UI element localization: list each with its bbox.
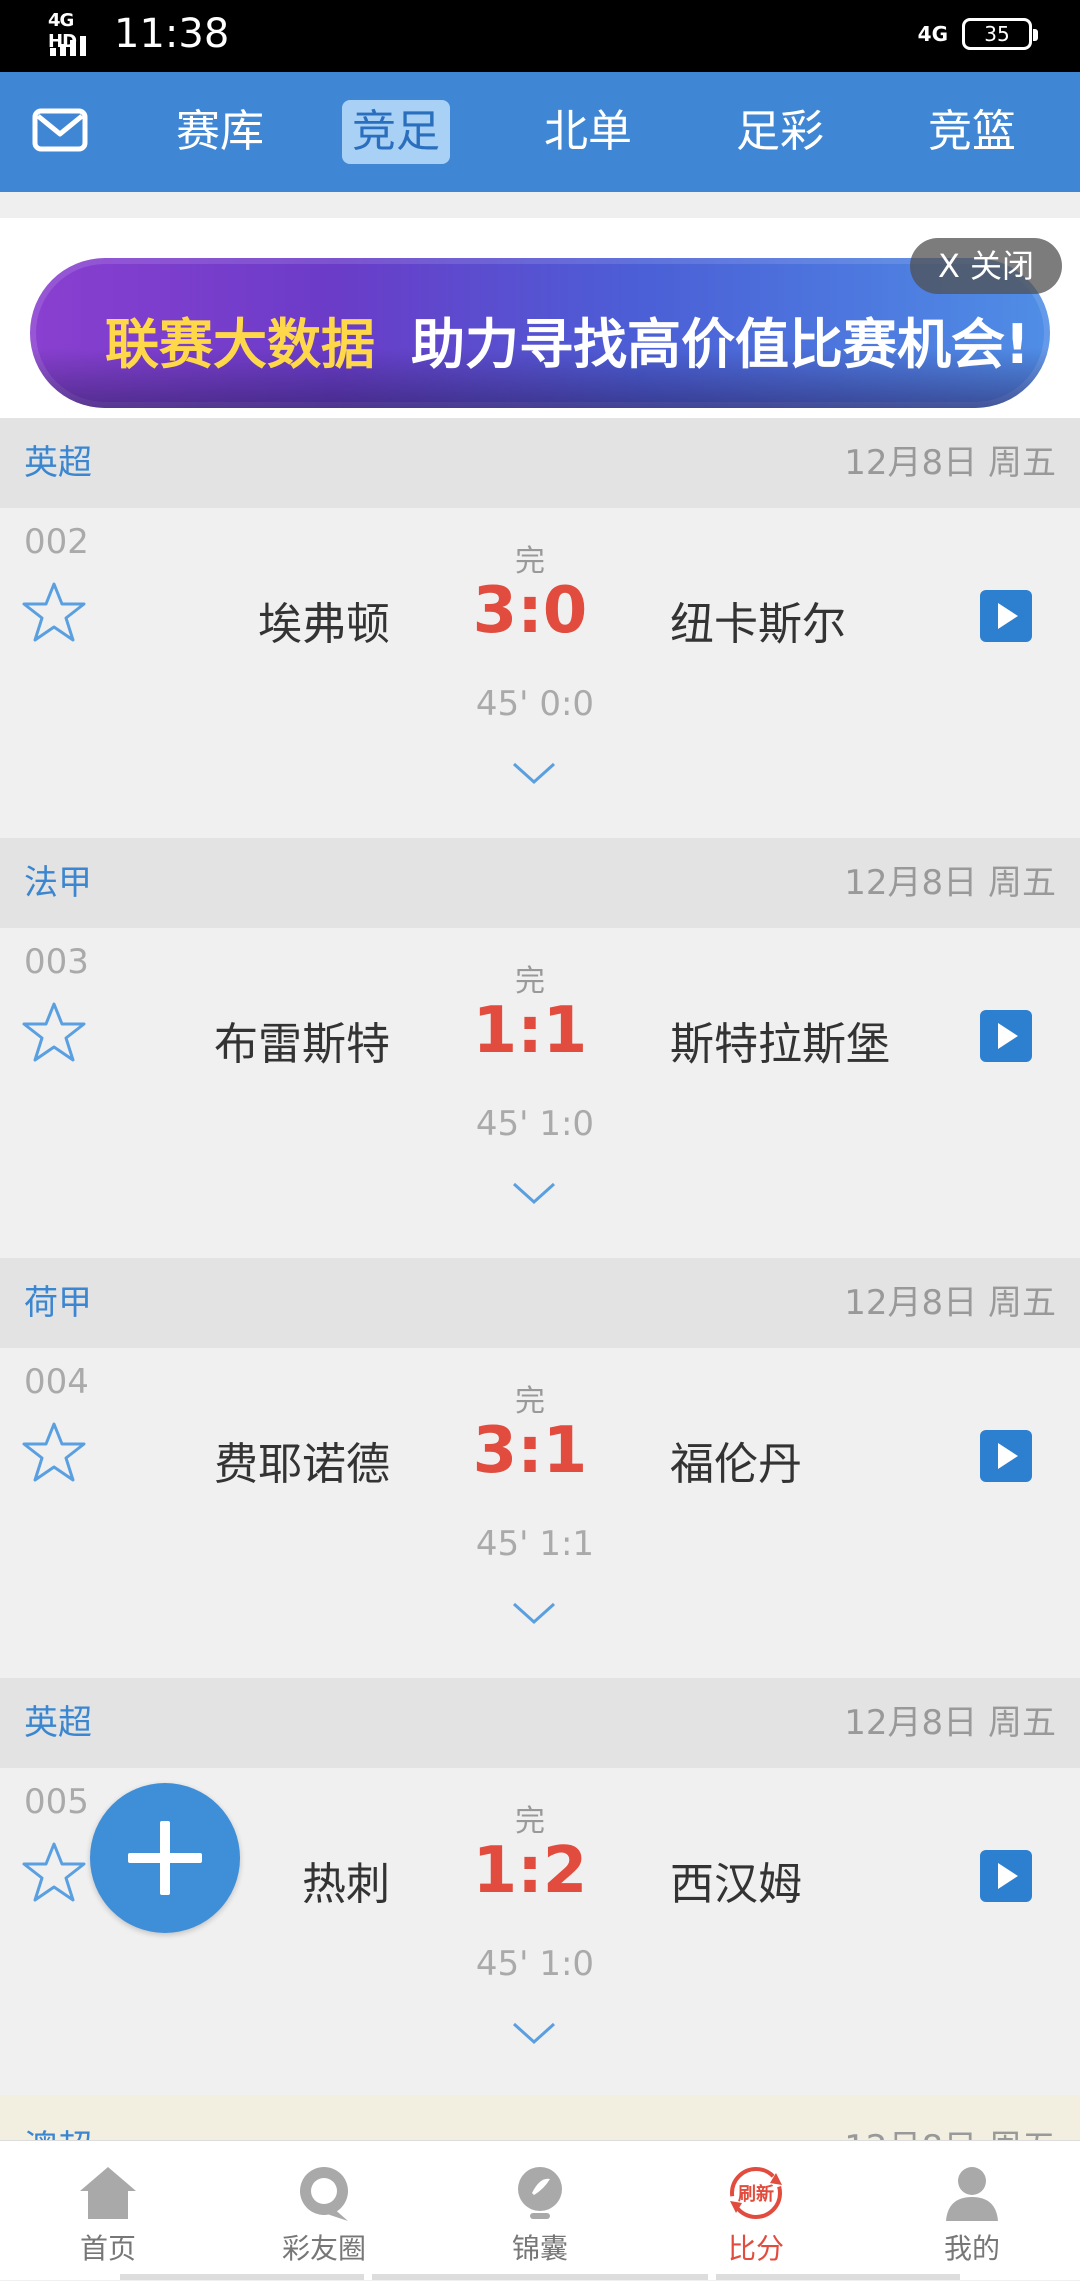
ad-banner-area: 联赛大数据 助力寻找高价值比赛机会! X 关闭 — [0, 218, 1080, 440]
nav-label: 比分 — [727, 2232, 784, 2265]
close-ad-button[interactable]: X 关闭 — [910, 238, 1062, 294]
league-header: 英超 12月8日 周五 — [0, 1678, 1080, 1768]
status-bar: 4G HD 11:38 4G 35 — [0, 0, 1080, 72]
final-score: 3:0 — [472, 574, 588, 648]
half-time-score: 45' 1:0 — [475, 1104, 595, 1144]
league-header: 英超 12月8日 周五 — [0, 418, 1080, 508]
tab-jinglan[interactable]: 竞篮 — [912, 100, 1032, 164]
nav-label: 彩友圈 — [281, 2232, 366, 2265]
half-time-score: 45' 0:0 — [475, 684, 595, 724]
nav-label: 锦囊 — [511, 2232, 568, 2265]
away-team: 斯特拉斯堡 — [670, 1019, 890, 1070]
half-time-score: 45' 1:1 — [475, 1524, 595, 1564]
ad-banner[interactable]: 联赛大数据 助力寻找高价值比赛机会! — [30, 258, 1050, 408]
gesture-bar — [120, 2274, 364, 2280]
refresh-icon: 刷新 — [730, 2167, 782, 2219]
chevron-down-icon[interactable] — [510, 1178, 558, 1208]
tab-zucai[interactable]: 足彩 — [720, 100, 840, 164]
match-date: 12月8日 周五 — [844, 443, 1056, 483]
battery-level: 35 — [984, 22, 1010, 46]
banner-subline: 助力寻找高价值比赛机会! — [411, 313, 1030, 376]
final-score: 3:1 — [472, 1414, 588, 1488]
match-date: 12月8日 周五 — [844, 1283, 1056, 1323]
half-time-score: 45' 1:0 — [475, 1944, 595, 1984]
refresh-badge: 刷新 — [738, 2183, 774, 2205]
tab-jingzu[interactable]: 竞足 — [342, 100, 450, 164]
chevron-down-icon[interactable] — [510, 2018, 558, 2048]
league-header: 荷甲 12月8日 周五 — [0, 1258, 1080, 1348]
gesture-bar — [372, 2274, 708, 2280]
away-team: 福伦丹 — [670, 1439, 802, 1490]
add-button[interactable] — [90, 1783, 240, 1933]
match-card[interactable]: 003 布雷斯特 完 1:1 斯特拉斯堡 45' 1:0 — [0, 928, 1080, 1258]
final-score: 1:1 — [472, 994, 588, 1068]
user-icon — [946, 2167, 998, 2221]
battery-icon: 35 — [962, 18, 1038, 50]
pouch-icon — [518, 2167, 562, 2219]
match-date: 12月8日 周五 — [844, 863, 1056, 903]
top-nav: 赛库 竞足 北单 足彩 竞篮 — [0, 72, 1080, 192]
chevron-down-icon[interactable] — [510, 758, 558, 788]
nav-label: 首页 — [79, 2232, 136, 2265]
nav-community[interactable]: 彩友圈 — [216, 2141, 432, 2281]
nav-label: 我的 — [943, 2232, 1000, 2265]
play-video-icon[interactable] — [980, 590, 1032, 642]
away-team: 西汉姆 — [670, 1859, 802, 1910]
league-name: 荷甲 — [24, 1283, 92, 1323]
tab-beidan[interactable]: 北单 — [528, 100, 648, 164]
home-icon — [80, 2167, 136, 2219]
match-card[interactable]: 002 埃弗顿 完 3:0 纽卡斯尔 45' 0:0 — [0, 508, 1080, 838]
nav-profile[interactable]: 我的 — [864, 2141, 1080, 2281]
nav-tips[interactable]: 锦囊 — [432, 2141, 648, 2281]
play-video-icon[interactable] — [980, 1010, 1032, 1062]
play-video-icon[interactable] — [980, 1850, 1032, 1902]
match-date: 12月8日 周五 — [844, 1703, 1056, 1743]
away-team: 纽卡斯尔 — [670, 599, 846, 650]
banner-headline: 联赛大数据 — [105, 313, 375, 376]
signal-icon: 4G HD — [48, 10, 100, 58]
clock: 11:38 — [114, 11, 230, 57]
league-header: 澳超 12月8日 周五 — [0, 2095, 1080, 2145]
network-indicator: 4G — [917, 22, 948, 46]
mail-icon[interactable] — [32, 108, 88, 152]
nav-home[interactable]: 首页 — [0, 2141, 216, 2281]
league-name: 英超 — [24, 443, 92, 483]
match-card[interactable]: 004 费耶诺德 完 3:1 福伦丹 45' 1:1 — [0, 1348, 1080, 1678]
league-name: 法甲 — [24, 863, 92, 903]
bottom-nav: 首页 彩友圈 锦囊 刷新 比分 我的 — [0, 2140, 1080, 2280]
league-name: 英超 — [24, 1703, 92, 1743]
nav-scores[interactable]: 刷新 比分 — [648, 2141, 864, 2281]
play-video-icon[interactable] — [980, 1430, 1032, 1482]
chevron-down-icon[interactable] — [510, 1598, 558, 1628]
league-header: 法甲 12月8日 周五 — [0, 838, 1080, 928]
tab-saiku[interactable]: 赛库 — [150, 100, 290, 164]
gesture-bar — [716, 2274, 960, 2280]
chat-bubble-icon — [300, 2167, 348, 2221]
